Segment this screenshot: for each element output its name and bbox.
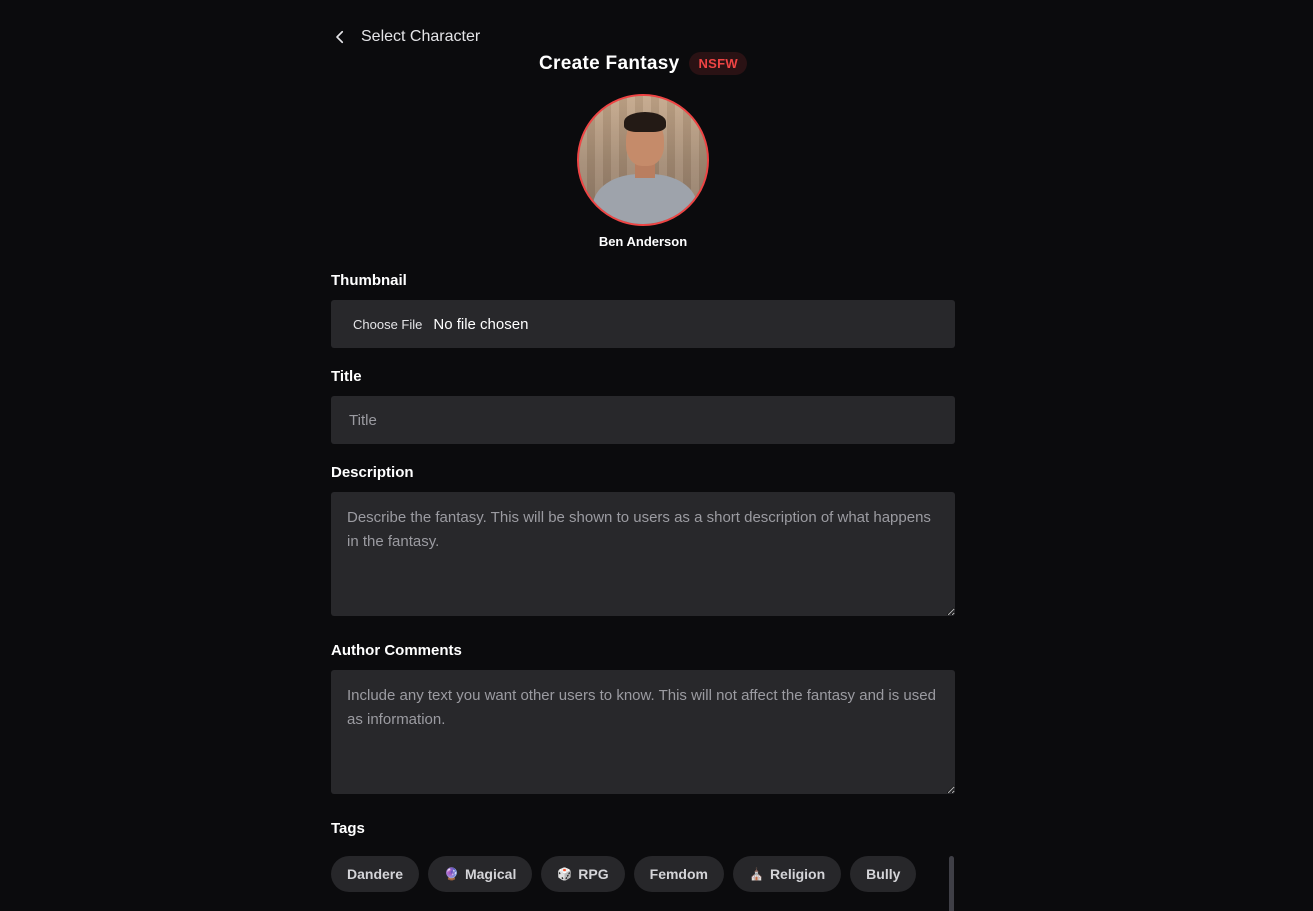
crystal-ball-icon: 🔮: [444, 867, 459, 881]
tag-label: RPG: [578, 866, 609, 882]
author-comments-label: Author Comments: [331, 642, 462, 659]
page-title: Create Fantasy: [539, 52, 680, 74]
tags-label: Tags: [331, 820, 365, 837]
character-avatar[interactable]: [577, 94, 709, 226]
thumbnail-label: Thumbnail: [331, 272, 407, 289]
description-textarea[interactable]: [331, 492, 955, 616]
tag-label: Femdom: [649, 866, 708, 882]
choose-file-button[interactable]: Choose File: [353, 317, 422, 332]
nsfw-badge: NSFW: [689, 52, 747, 75]
file-status: No file chosen: [433, 315, 529, 333]
create-fantasy-page: Select Character Create Fantasy NSFW Ben…: [0, 0, 1313, 911]
tag-dandere[interactable]: Dandere: [331, 856, 420, 892]
back-to-select-character[interactable]: Select Character: [331, 28, 480, 46]
tag-list: Dandere 🔮 Magical 🎲 RPG Femdom ⛪ Religio…: [331, 856, 951, 892]
tag-label: Bully: [866, 866, 901, 882]
author-comments-textarea[interactable]: [331, 670, 955, 794]
character-name: Ben Anderson: [598, 234, 688, 249]
tag-rpg[interactable]: 🎲 RPG: [541, 856, 625, 892]
description-label: Description: [331, 464, 414, 481]
tag-label: Dandere: [347, 866, 404, 882]
tag-magical[interactable]: 🔮 Magical: [428, 856, 533, 892]
tag-religion[interactable]: ⛪ Religion: [732, 856, 842, 892]
title-input[interactable]: [347, 410, 955, 430]
church-icon: ⛪: [748, 867, 764, 881]
tags-scrollbar[interactable]: [949, 856, 954, 911]
dice-icon: 🎲: [557, 867, 573, 881]
tag-femdom[interactable]: Femdom: [633, 856, 724, 892]
chevron-left-icon: [336, 30, 344, 44]
title-field-box: [331, 396, 955, 444]
tag-label: Magical: [464, 866, 517, 882]
page-header: Create Fantasy NSFW: [331, 52, 955, 75]
tag-bully[interactable]: Bully: [850, 856, 917, 892]
title-label: Title: [331, 368, 362, 385]
back-label: Select Character: [361, 28, 481, 45]
thumbnail-file-input[interactable]: Choose File No file chosen: [331, 300, 955, 348]
tag-label: Religion: [769, 866, 826, 882]
